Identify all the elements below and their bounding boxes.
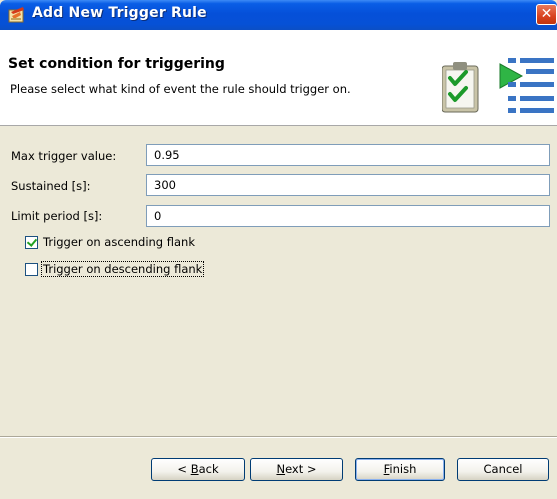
back-button-rest: ack	[198, 462, 219, 476]
next-button-mnemonic: N	[276, 462, 286, 476]
trigger-rule-icon	[8, 7, 24, 23]
dialog-window: Add New Trigger Rule ✕ Set condition for…	[0, 0, 557, 499]
limit-period-label: Limit period [s]:	[11, 209, 103, 223]
max-trigger-label: Max trigger value:	[11, 149, 117, 163]
finish-button-rest: inish	[389, 462, 417, 476]
wizard-header: Set condition for triggering Please sele…	[0, 30, 557, 126]
checklist-wizard-icon	[442, 58, 554, 113]
footer-separator	[0, 436, 557, 438]
page-title: Set condition for triggering	[8, 56, 225, 72]
title-bar[interactable]: Add New Trigger Rule ✕	[0, 0, 557, 30]
next-button[interactable]: Next >	[250, 458, 343, 481]
close-icon: ✕	[540, 6, 553, 22]
cancel-button[interactable]: Cancel	[457, 458, 549, 481]
descending-flank-checkbox[interactable]: Trigger on descending flank	[25, 260, 205, 278]
back-button-mnemonic: B	[190, 462, 199, 476]
descending-checkbox-label[interactable]: Trigger on descending flank	[40, 261, 205, 277]
sustained-label: Sustained [s]:	[11, 179, 91, 193]
limit-period-input[interactable]	[146, 205, 550, 227]
page-description: Please select what kind of event the rul…	[10, 82, 351, 96]
max-trigger-input[interactable]	[146, 144, 550, 166]
ascending-checkbox-box[interactable]	[25, 235, 38, 249]
sustained-input[interactable]	[146, 174, 550, 196]
window-title: Add New Trigger Rule	[32, 5, 207, 21]
ascending-checkbox-label[interactable]: Trigger on ascending flank	[42, 235, 196, 249]
next-button-rest: ext >	[285, 462, 317, 476]
back-button[interactable]: < Back	[151, 458, 245, 481]
descending-checkbox-box[interactable]	[25, 262, 38, 276]
close-button[interactable]: ✕	[536, 4, 557, 25]
ascending-flank-checkbox[interactable]: Trigger on ascending flank	[25, 233, 196, 251]
finish-button[interactable]: Finish	[355, 458, 445, 481]
back-button-prefix: <	[177, 462, 191, 476]
